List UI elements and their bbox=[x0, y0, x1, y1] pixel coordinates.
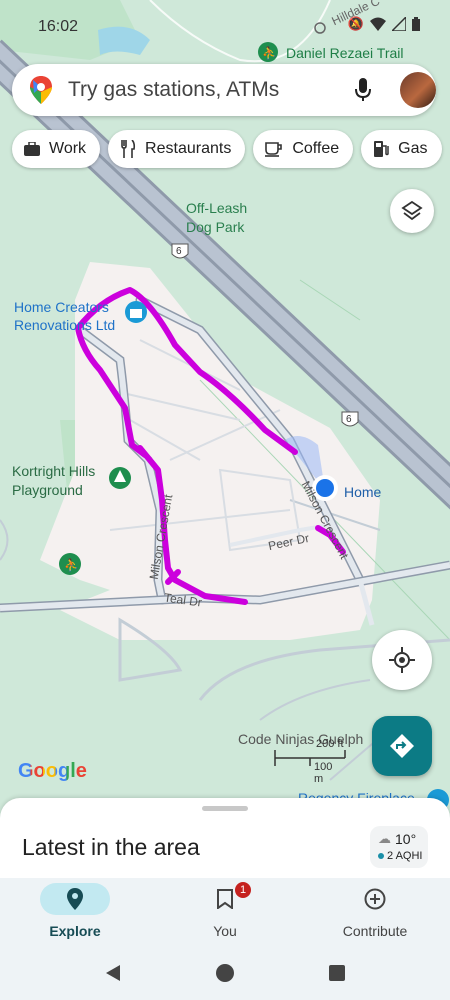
scale-meters: 100 m bbox=[314, 761, 333, 785]
nav-contribute-indicator bbox=[340, 883, 410, 915]
add-circle-icon bbox=[364, 888, 386, 910]
chip-label: Work bbox=[49, 140, 87, 157]
hiking-pin-icon[interactable]: ⛹ bbox=[59, 553, 81, 575]
google-maps-pin-icon bbox=[30, 76, 52, 104]
home-icon[interactable] bbox=[215, 963, 235, 983]
back-icon[interactable] bbox=[104, 964, 122, 982]
bottom-navigation: Explore 1 You Contribute bbox=[0, 878, 450, 950]
directions-button[interactable] bbox=[372, 716, 432, 776]
map-label-dog-park[interactable]: Off-Leash Dog Park bbox=[186, 199, 266, 237]
svg-text:6: 6 bbox=[176, 246, 182, 257]
chip-label: Gas bbox=[398, 140, 428, 157]
bookmark-icon bbox=[217, 889, 233, 909]
chip-restaurants[interactable]: Restaurants bbox=[108, 130, 246, 168]
nav-contribute[interactable]: Contribute bbox=[300, 878, 450, 950]
chip-coffee[interactable]: Coffee bbox=[253, 130, 354, 168]
search-placeholder: Try gas stations, ATMs bbox=[68, 78, 280, 101]
crosshair-icon bbox=[389, 647, 415, 673]
sheet-title: Latest in the area bbox=[22, 834, 200, 860]
notification-badge: 1 bbox=[235, 882, 251, 898]
chip-label: Restaurants bbox=[145, 140, 232, 157]
wifi-icon bbox=[370, 17, 386, 31]
park-pin-icon[interactable] bbox=[109, 467, 131, 489]
nav-label: Contribute bbox=[342, 923, 408, 939]
microphone-icon[interactable] bbox=[354, 78, 372, 102]
map-label-playground[interactable]: Kortright Hills Playground bbox=[12, 462, 112, 500]
chip-gas[interactable]: Gas bbox=[361, 130, 442, 168]
status-icons: 🔕 bbox=[348, 16, 420, 32]
recents-icon[interactable] bbox=[328, 964, 346, 982]
nav-label: Explore bbox=[49, 923, 101, 939]
cloud-icon: ☁ bbox=[378, 831, 391, 846]
google-logo: Google bbox=[18, 760, 87, 782]
gas-pump-icon bbox=[374, 141, 389, 157]
nav-label: You bbox=[213, 923, 237, 939]
svg-text:6: 6 bbox=[346, 414, 352, 425]
signal-icon bbox=[392, 17, 406, 31]
nav-explore-indicator bbox=[40, 883, 110, 915]
store-pin-icon[interactable] bbox=[125, 301, 147, 323]
mute-icon: 🔕 bbox=[347, 16, 364, 31]
battery-icon bbox=[412, 17, 420, 31]
drag-handle[interactable] bbox=[202, 806, 248, 811]
chip-label: Coffee bbox=[292, 140, 340, 157]
directions-icon bbox=[390, 734, 414, 758]
my-location-button[interactable] bbox=[372, 630, 432, 690]
explore-pin-icon bbox=[67, 888, 83, 910]
nav-explore[interactable]: Explore bbox=[0, 878, 150, 950]
aqi-dot-icon bbox=[378, 853, 384, 859]
fork-knife-icon bbox=[121, 140, 136, 158]
layers-icon bbox=[401, 200, 423, 221]
scale-feet: 200 ft bbox=[316, 738, 344, 750]
coffee-cup-icon bbox=[265, 142, 283, 157]
map-label-home[interactable]: Home bbox=[344, 484, 381, 500]
search-bar[interactable]: Try gas stations, ATMs bbox=[12, 64, 436, 116]
nav-you[interactable]: 1 You bbox=[150, 878, 300, 950]
chip-work[interactable]: Work bbox=[12, 130, 101, 168]
system-navigation-bar bbox=[0, 950, 450, 1000]
status-time: 16:02 bbox=[38, 18, 79, 35]
layers-button[interactable] bbox=[390, 189, 434, 233]
weather-aqi: 2 AQHI bbox=[387, 850, 423, 862]
svg-text:⛹: ⛹ bbox=[64, 557, 79, 572]
scale-bar: 200 ft 100 m bbox=[274, 738, 346, 785]
status-bar: 16:02 🔕 bbox=[0, 0, 450, 52]
weather-temp: 10° bbox=[395, 831, 417, 847]
weather-widget[interactable]: ☁ 10° 2 AQHI bbox=[370, 826, 428, 868]
briefcase-icon bbox=[24, 142, 40, 156]
category-chips: Work Restaurants Coffee Gas bbox=[12, 130, 442, 168]
map-label-home-creators[interactable]: Home Creators Renovations Ltd bbox=[14, 298, 124, 334]
avatar[interactable] bbox=[400, 72, 436, 108]
